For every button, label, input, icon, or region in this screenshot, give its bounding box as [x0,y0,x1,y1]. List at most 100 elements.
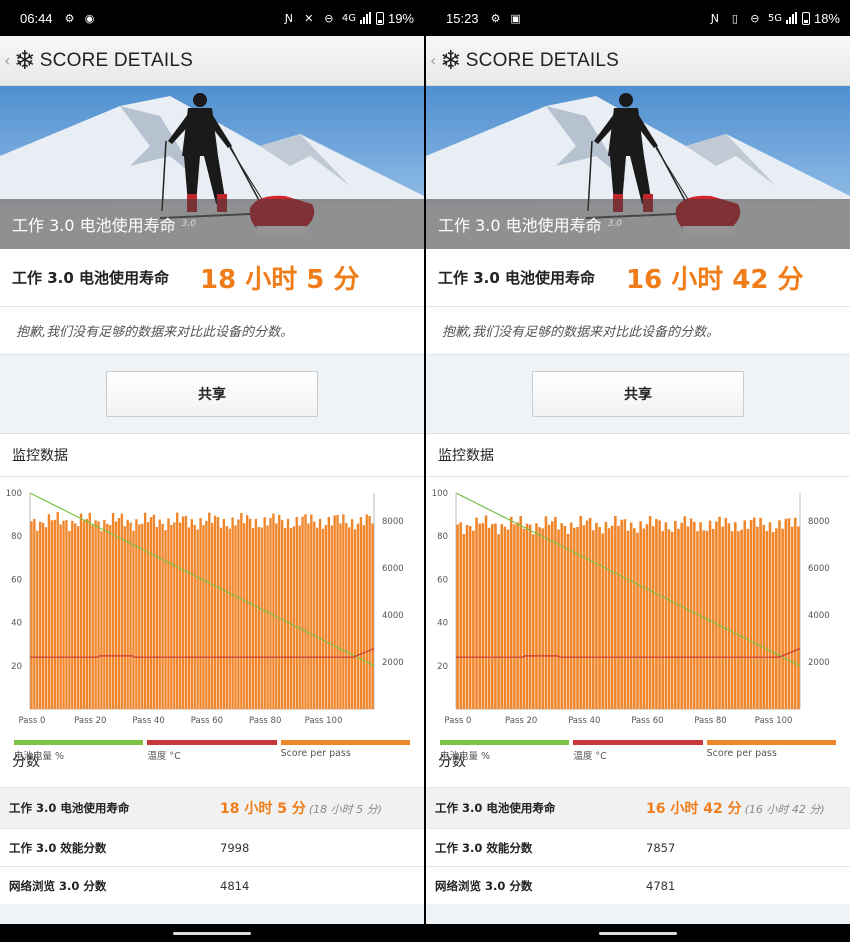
app-header: ‹ ❄ SCORE DETAILS [426,36,850,86]
table-row-value: 7998 [220,840,250,855]
score-bar [336,514,339,709]
score-bar [196,529,199,709]
score-bar [129,522,132,709]
table-row: 工作 3.0 效能分数 7998 [0,828,424,866]
home-indicator[interactable] [599,931,677,935]
left-tick-label: 100 [432,489,448,499]
legend-score-label: Score per pass [706,748,777,759]
score-bar [718,516,721,709]
score-value: 18 小时 5 分 [200,265,360,295]
x-tick-label: Pass 40 [132,716,164,726]
back-icon[interactable]: ‹ [430,51,438,70]
score-bar [658,520,661,709]
score-bar [280,520,284,709]
score-bar [579,516,582,709]
score-bar [149,517,153,709]
monitoring-title: 监控数据 [426,433,850,477]
score-bar [582,525,586,709]
score-bar [456,524,459,709]
score-bar [778,520,781,709]
x-tick-label: Pass 80 [249,716,281,726]
score-bar [135,519,138,709]
score-bar [680,522,683,709]
score-bar [752,517,756,709]
x-tick-label: Pass 100 [755,716,793,726]
scores-table: 工作 3.0 电池使用寿命 16 小时 42 分 (16 小时 42 分) 工作 … [426,787,850,904]
score-bar [126,519,129,709]
score-bar [321,528,325,709]
table-row: 网络浏览 3.0 分数 4781 [426,866,850,904]
phone-screen-left: 06:44 ⚙ ◉ Ɲ ✕ ⊖ 4G 19% ‹ ❄ SCORE DETAILS [0,0,424,942]
score-bar [170,524,173,709]
signal-icon [359,12,371,24]
score-bar [161,523,164,709]
left-tick-label: 20 [437,662,448,672]
left-tick-label: 60 [11,575,22,585]
score-bar [59,524,62,709]
score-bar [283,527,287,709]
score-bar [614,515,617,709]
score-bar [743,520,747,709]
score-bar [591,530,595,709]
score-bar [307,523,310,709]
share-button[interactable]: 共享 [532,371,744,417]
score-bar [462,534,466,709]
score-bar [353,529,357,709]
score-bar [94,520,97,709]
dnd-icon: ⊖ [750,11,760,25]
score-bar [295,517,298,709]
network-type: 5G [767,12,782,24]
score-bar [532,534,535,709]
score-bar [633,528,636,709]
score-bar [677,528,680,709]
score-bar [604,521,608,709]
score-bar [234,525,237,709]
score-bar [350,519,354,709]
monitoring-chart-svg: 20 40 60 80 100 2000 4000 6000 8000 Pass 0 Pass 20… [432,489,830,726]
battery-icon [375,11,384,25]
score-bar [465,524,469,709]
score-bar [481,523,485,709]
score-bar [730,531,734,709]
page-title: SCORE DETAILS [39,49,194,71]
score-bar [756,526,759,709]
score-bar [103,519,106,709]
score-bar [339,523,342,709]
score-bar [111,513,115,709]
score-bar [228,528,231,709]
score-bar [371,523,374,709]
battery-percent: 18% [813,10,840,26]
score-bar [560,523,564,709]
score-bar [484,515,488,709]
score-bar [39,521,42,709]
table-row-value: 4781 [646,878,676,893]
score-bar [528,524,532,709]
score-bar [797,526,800,709]
left-tick-label: 80 [437,532,448,542]
score-bar [544,516,548,709]
home-indicator[interactable] [173,931,251,935]
score-bar [692,521,696,709]
legend-battery-label: 电池电量 % [440,751,491,762]
share-button[interactable]: 共享 [106,371,318,417]
left-tick-label: 40 [437,619,448,629]
share-section: 共享 [0,355,424,433]
score-bar [513,524,516,709]
hero-banner: 工作 3.0 电池使用寿命 3.0 [426,86,850,249]
gear-icon: ⚙ [490,11,501,25]
score-bar [765,530,769,709]
battery-percent: 19% [387,10,414,26]
score-bar [132,530,135,709]
gesture-bar [0,924,424,942]
back-icon[interactable]: ‹ [4,51,12,70]
gesture-bar [426,924,850,942]
monitoring-chart: 20 40 60 80 100 2000 4000 6000 8000 Pass 0 Pass 20… [0,477,424,762]
score-bar [155,526,159,709]
table-row: 工作 3.0 电池使用寿命 16 小时 42 分 (16 小时 42 分) [426,787,850,828]
score-bar [623,519,627,709]
score-bar [674,520,677,709]
left-tick-label: 20 [11,662,22,672]
table-row-label: 网络浏览 3.0 分数 [435,878,533,893]
score-bar [626,530,630,709]
score-bar [88,512,91,709]
